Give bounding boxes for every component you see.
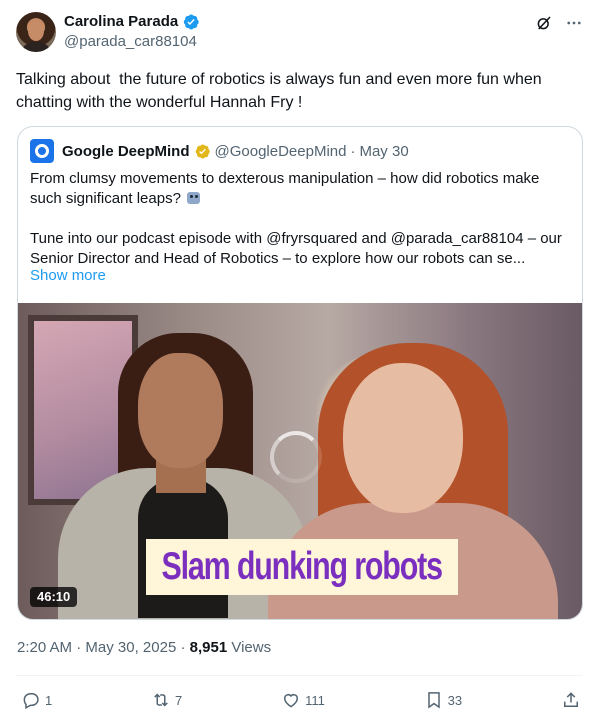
video-thumbnail[interactable]: Slam dunking robots 46:10 — [18, 303, 582, 619]
share-icon — [563, 692, 578, 707]
post-date[interactable]: May 30, 2025 — [85, 639, 176, 656]
video-duration-badge: 46:10 — [30, 587, 78, 607]
show-more-link[interactable]: Show more — [30, 267, 106, 284]
repost-icon — [154, 693, 168, 707]
separator-dot: · — [350, 142, 356, 160]
video-caption: Slam dunking robots — [146, 539, 458, 595]
quoted-author-handle[interactable]: @GoogleDeepMind — [215, 143, 347, 160]
quoted-text-line2: Tune into our podcast episode with @fryr… — [30, 230, 562, 267]
bookmark-icon — [427, 692, 440, 709]
loading-spinner-icon — [270, 431, 322, 483]
views-count: 8,951 — [189, 639, 228, 656]
quoted-text-line1: From clumsy movements to dexterous manip… — [30, 170, 540, 207]
divider — [16, 675, 583, 676]
quoted-text: From clumsy movements to dexterous manip… — [30, 169, 570, 269]
quoted-date[interactable]: May 30 — [359, 143, 408, 160]
person-left — [138, 353, 223, 468]
post-time[interactable]: 2:20 AM — [17, 639, 72, 656]
tweet-text: Talking about the future of robotics is … — [16, 71, 547, 111]
reply-icon — [23, 693, 39, 710]
repost-count: 7 — [175, 692, 183, 708]
quoted-author-name[interactable]: Google DeepMind — [62, 143, 190, 160]
share-button[interactable] — [561, 690, 581, 710]
repost-button[interactable]: 7 — [151, 690, 182, 710]
reply-count: 1 — [45, 692, 53, 708]
tweet-meta: 2:20 AM · May 30, 2025 · 8,951 Views — [17, 639, 272, 656]
views-label: Views — [231, 639, 272, 656]
like-button[interactable]: 111 — [281, 690, 325, 710]
more-icon[interactable] — [565, 14, 583, 32]
author-handle[interactable]: @parada_car88104 — [64, 32, 200, 52]
like-count: 111 — [305, 692, 325, 708]
author-name[interactable]: Carolina Parada — [64, 12, 178, 32]
quoted-tweet[interactable]: Google DeepMind @GoogleDeepMind · May 30… — [17, 126, 583, 620]
verified-badge-icon[interactable] — [182, 13, 200, 31]
avatar[interactable] — [16, 12, 56, 52]
quoted-avatar[interactable] — [30, 139, 54, 163]
author-block[interactable]: Carolina Parada @parada_car88104 — [64, 12, 200, 52]
reply-button[interactable]: 1 — [21, 690, 52, 710]
verified-org-badge-icon[interactable] — [194, 143, 211, 160]
action-bar: 1 7 111 33 — [21, 688, 581, 712]
bookmark-count: 33 — [447, 692, 463, 708]
person-right — [343, 363, 463, 513]
robot-emoji-icon — [185, 190, 202, 205]
tweet-header: Carolina Parada @parada_car88104 — [16, 12, 583, 56]
bookmark-button[interactable]: 33 — [424, 690, 462, 710]
grok-icon[interactable] — [535, 14, 553, 32]
like-icon — [284, 694, 299, 708]
